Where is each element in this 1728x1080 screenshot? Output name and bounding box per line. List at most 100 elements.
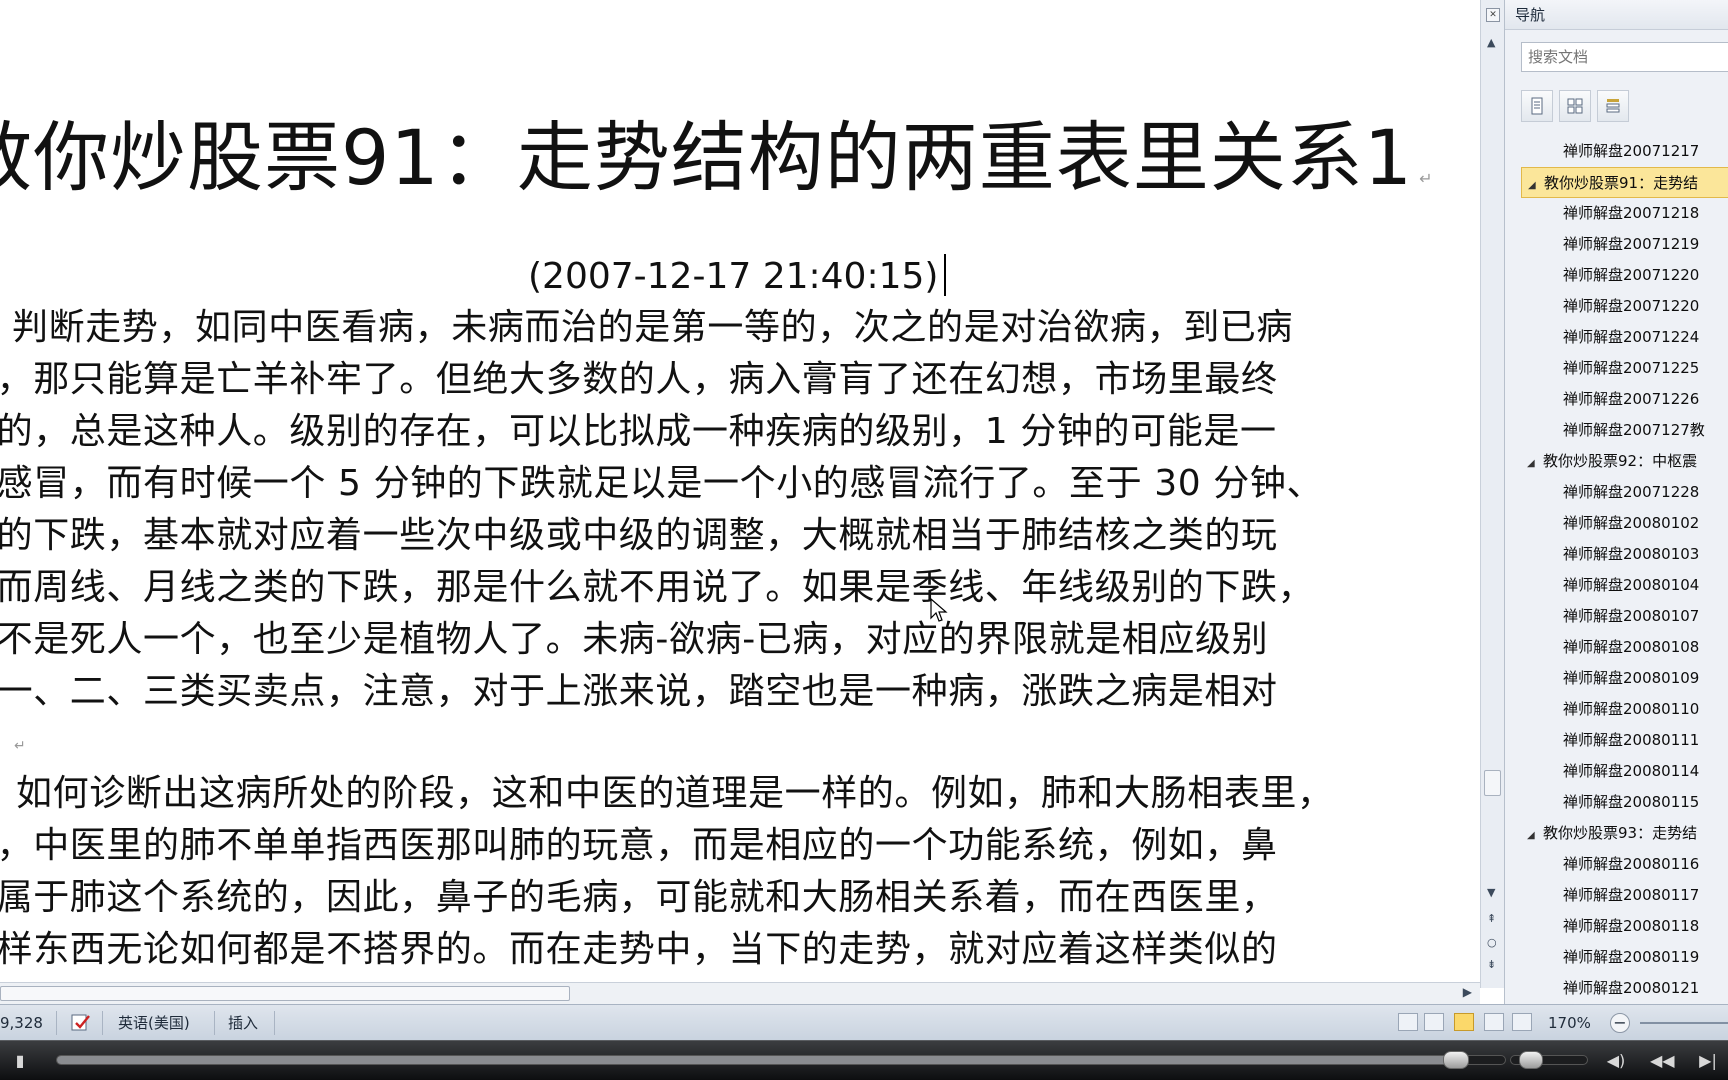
document-vertical-scrollbar[interactable]: ▲ ▼ ⇞ ○ ⇟ (1480, 0, 1504, 988)
nav-subheading-item[interactable]: 禅师解盘20080107 (1521, 601, 1728, 632)
nav-subheading-item[interactable]: 禅师解盘20080108 (1521, 632, 1728, 663)
volume-knob[interactable] (1518, 1051, 1543, 1069)
nav-item-label: 禅师解盘20080115 (1563, 793, 1700, 811)
full-screen-reading-button[interactable] (1424, 1013, 1444, 1031)
collapse-triangle-icon[interactable]: ◢ (1527, 448, 1543, 477)
zoom-slider[interactable] (1640, 1022, 1728, 1024)
mouse-pointer-icon (930, 598, 948, 622)
paragraph-line: 牲的，总是这种人。级别的存在，可以比拟成一种疾病的级别，1 分钟的可能是一 (0, 411, 1277, 452)
nav-subheading-item[interactable]: 禅师解盘20080110 (1521, 694, 1728, 725)
document-page[interactable]: 教你炒股票91：走势结构的两重表里关系1 ↵ (2007-12-17 21:40:… (0, 0, 1480, 988)
nav-item-label: 禅师解盘20071226 (1563, 390, 1700, 408)
web-layout-button[interactable] (1454, 1013, 1474, 1031)
paragraph-line: 如何诊断出这病所处的阶段，这和中医的道理是一样的。例如，肺和大肠相表里， (16, 773, 1334, 814)
nav-subheading-item[interactable]: 禅师解盘20080102 (1521, 508, 1728, 539)
text-caret (944, 254, 947, 296)
status-divider (56, 1011, 57, 1035)
nav-heading-item[interactable]: ◢ 教你炒股票91：走势结 (1521, 167, 1728, 198)
nav-subheading-item[interactable]: 禅师解盘20080111 (1521, 725, 1728, 756)
nav-subheading-item[interactable]: 禅师解盘20071228 (1521, 477, 1728, 508)
nav-subheading-item[interactable]: 禅师解盘20080116 (1521, 849, 1728, 880)
nav-subheading-item[interactable]: 禅师解盘20080121 (1521, 973, 1728, 1004)
paragraph-line: 段，那只能算是亡羊补牢了。但绝大多数的人，病入膏肓了还在幻想，市场里最终 (0, 359, 1278, 400)
search-results-icon (1606, 99, 1620, 113)
nav-subheading-item[interactable]: 禅师解盘20071220 (1521, 260, 1728, 291)
paragraph-line: 线的下跌，基本就对应着一些次中级或中级的调整，大概就相当于肺结核之类的玩 (0, 515, 1278, 556)
nav-subheading-item[interactable]: 禅师解盘20080119 (1521, 942, 1728, 973)
nav-item-label: 禅师解盘20080121 (1563, 979, 1700, 997)
paragraph-line: 小感冒，而有时候一个 5 分钟的下跌就足以是一个小的感冒流行了。至于 30 分钟… (0, 463, 1324, 504)
nav-subheading-item[interactable]: 禅师解盘20080117 (1521, 880, 1728, 911)
insert-mode-indicator[interactable]: 插入 (228, 1005, 258, 1041)
draft-view-button[interactable] (1512, 1013, 1532, 1031)
status-divider (214, 1011, 215, 1035)
print-layout-button[interactable] (1398, 1013, 1418, 1031)
nav-item-label: 教你炒股票93：走势结 (1543, 824, 1698, 842)
nav-subheading-item[interactable]: 禅师解盘20080114 (1521, 756, 1728, 787)
word-count[interactable]: 9,328 (0, 1005, 43, 1041)
status-bar: 9,328 英语(美国) 插入 170% − (0, 1004, 1728, 1040)
paragraph-line: 算不是死人一个，也至少是植物人了。未病-欲病-已病，对应的界限就是相应级别 (0, 619, 1269, 660)
scroll-up-icon[interactable]: ▲ (1487, 36, 1495, 49)
nav-subheading-item[interactable]: 禅师解盘20080115 (1521, 787, 1728, 818)
search-document-input[interactable] (1521, 42, 1728, 72)
outline-view-button[interactable] (1484, 1013, 1504, 1031)
stop-icon[interactable]: ▮ (8, 1049, 32, 1073)
pages-view-button[interactable] (1559, 90, 1591, 122)
nav-subheading-item[interactable]: 禅师解盘20080109 (1521, 663, 1728, 694)
document-horizontal-scrollbar[interactable]: ▶ (0, 982, 1480, 1004)
zoom-out-icon[interactable]: − (1610, 1013, 1630, 1033)
zoom-level[interactable]: 170% (1548, 1005, 1591, 1041)
nav-subheading-item[interactable]: 禅师解盘20071217 (1521, 136, 1728, 167)
media-player-bar: ▮ ◀) ◀◀ ▶| (0, 1040, 1728, 1080)
language-indicator[interactable]: 英语(美国) (118, 1005, 190, 1041)
vertical-scroll-thumb[interactable] (1484, 770, 1501, 796)
nav-subheading-item[interactable]: 禅师解盘20071219 (1521, 229, 1728, 260)
nav-heading-item[interactable]: ◢ 教你炒股票92：中枢震 (1521, 446, 1728, 477)
scroll-down-icon[interactable]: ▼ (1487, 886, 1495, 899)
browse-object-icon[interactable]: ○ (1487, 936, 1497, 949)
playback-progress-fill (57, 1056, 1457, 1064)
navigation-view-switcher (1521, 90, 1629, 122)
nav-item-label: 禅师解盘20071224 (1563, 328, 1700, 346)
nav-item-label: 禅师解盘20080103 (1563, 545, 1700, 563)
nav-subheading-item[interactable]: 禅师解盘20071226 (1521, 384, 1728, 415)
nav-heading-item[interactable]: ◢ 教你炒股票93：走势结 (1521, 818, 1728, 849)
next-icon[interactable]: ▶| (1696, 1049, 1720, 1073)
playback-progress-slider[interactable] (56, 1051, 1506, 1069)
nav-subheading-item[interactable]: 禅师解盘20071220 (1521, 291, 1728, 322)
document-title: 教你炒股票91：走势结构的两重表里关系1 ↵ (0, 96, 1433, 206)
paragraph-mark-icon: ↵ (14, 738, 26, 754)
nav-subheading-item[interactable]: 禅师解盘20080118 (1521, 911, 1728, 942)
playback-progress-knob[interactable] (1443, 1051, 1470, 1069)
collapse-triangle-icon[interactable]: ◢ (1528, 170, 1544, 197)
nav-subheading-item[interactable]: 禅师解盘20071218 (1521, 198, 1728, 229)
nav-item-label: 禅师解盘20071217 (1563, 142, 1700, 160)
nav-subheading-item[interactable]: 禅师解盘20071225 (1521, 353, 1728, 384)
nav-subheading-item[interactable]: 禅师解盘20071224 (1521, 322, 1728, 353)
nav-subheading-item[interactable]: 禅师解盘20080103 (1521, 539, 1728, 570)
nav-item-label: 禅师解盘20071228 (1563, 483, 1700, 501)
rewind-icon[interactable]: ◀◀ (1650, 1049, 1675, 1073)
next-page-icon[interactable]: ⇟ (1487, 958, 1496, 971)
nav-item-label: 禅师解盘20071220 (1563, 297, 1700, 315)
scroll-right-icon[interactable]: ▶ (1463, 985, 1472, 999)
horizontal-scroll-thumb[interactable] (0, 986, 570, 1001)
headings-view-button[interactable] (1521, 90, 1553, 122)
nav-item-label: 禅师解盘2007127教 (1563, 421, 1705, 439)
nav-item-label: 禅师解盘20071218 (1563, 204, 1700, 222)
nav-item-label: 禅师解盘20080114 (1563, 762, 1700, 780)
nav-item-label: 禅师解盘20080107 (1563, 607, 1700, 625)
nav-item-label: 禅师解盘20080117 (1563, 886, 1700, 904)
nav-item-label: 禅师解盘20080102 (1563, 514, 1700, 532)
results-view-button[interactable] (1597, 90, 1629, 122)
speaker-icon[interactable]: ◀) (1604, 1049, 1628, 1073)
paragraph-line: 判断走势，如同中医看病，未病而治的是第一等的，次之的是对治欲病，到已病 (12, 307, 1294, 348)
previous-page-icon[interactable]: ⇞ (1487, 912, 1496, 925)
nav-subheading-item[interactable]: 禅师解盘20080104 (1521, 570, 1728, 601)
volume-slider[interactable] (1510, 1051, 1588, 1069)
nav-subheading-item[interactable]: 禅师解盘2007127教 (1521, 415, 1728, 446)
proofing-check-icon[interactable] (70, 1012, 92, 1034)
close-pane-icon[interactable]: ✕ (1486, 8, 1500, 22)
collapse-triangle-icon[interactable]: ◢ (1527, 820, 1543, 849)
